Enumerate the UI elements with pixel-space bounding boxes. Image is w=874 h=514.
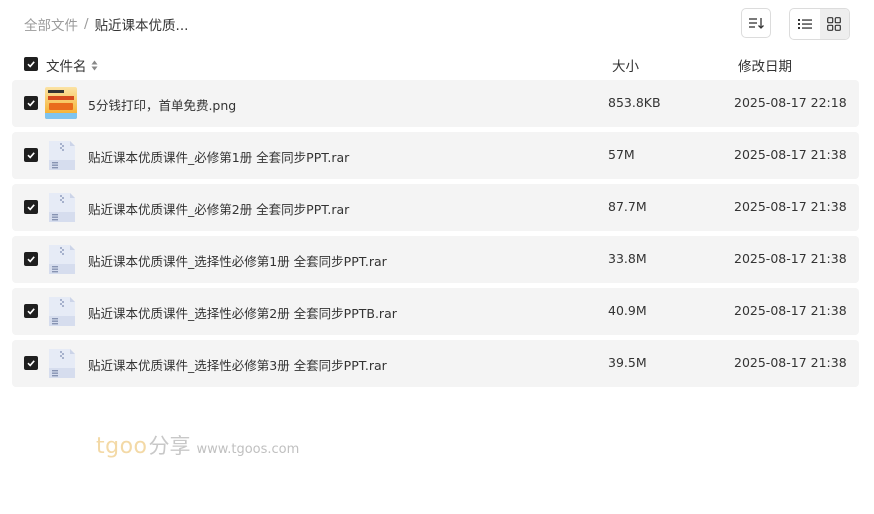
file-date: 2025-08-17 22:18	[734, 95, 847, 110]
table-row[interactable]: 贴近课本优质课件_选择性必修第2册 全套同步PPTB.rar 40.9M 2025-…	[12, 288, 859, 335]
table-header: 文件名 大小 修改日期	[0, 54, 874, 75]
grid-view-button[interactable]	[819, 9, 849, 39]
row-checkbox[interactable]	[24, 252, 38, 266]
checkmark-icon	[27, 256, 35, 263]
row-checkbox[interactable]	[24, 148, 38, 162]
header-name-label: 文件名	[46, 59, 87, 75]
file-name[interactable]: 贴近课本优质课件_必修第1册 全套同步PPT.rar	[88, 147, 349, 166]
table-row[interactable]: 贴近课本优质课件_选择性必修第3册 全套同步PPT.rar 39.5M 2025-0…	[12, 340, 859, 387]
breadcrumb: 全部文件 / 贴近课本优质...	[24, 14, 188, 34]
sort-arrows-icon	[91, 60, 98, 71]
breadcrumb-current-folder: 贴近课本优质...	[94, 18, 189, 34]
checkmark-icon	[27, 360, 35, 367]
file-size: 39.5M	[608, 355, 647, 370]
file-name[interactable]: 贴近课本优质课件_选择性必修第1册 全套同步PPT.rar	[88, 251, 387, 270]
archive-file-icon	[45, 243, 78, 276]
watermark-url: www.tgoos.com	[196, 442, 300, 457]
file-name[interactable]: 贴近课本优质课件_选择性必修第2册 全套同步PPTB.rar	[88, 303, 397, 322]
file-size: 87.7M	[608, 199, 647, 214]
row-checkbox[interactable]	[24, 304, 38, 318]
archive-file-icon	[45, 347, 78, 380]
file-name[interactable]: 贴近课本优质课件_选择性必修第3册 全套同步PPT.rar	[88, 355, 387, 374]
file-size: 40.9M	[608, 303, 647, 318]
file-date: 2025-08-17 21:38	[734, 147, 847, 162]
archive-file-icon	[45, 191, 78, 224]
image-thumbnail-icon	[45, 87, 78, 120]
checkmark-icon	[27, 204, 35, 211]
view-toggle	[789, 8, 850, 40]
file-date: 2025-08-17 21:38	[734, 303, 847, 318]
file-date: 2025-08-17 21:38	[734, 355, 847, 370]
archive-file-icon	[45, 295, 78, 328]
file-date: 2025-08-17 21:38	[734, 251, 847, 266]
table-row[interactable]: 贴近课本优质课件_选择性必修第1册 全套同步PPT.rar 33.8M 2025-0…	[12, 236, 859, 283]
sort-icon	[749, 18, 764, 29]
archive-file-icon	[45, 139, 78, 172]
sort-button[interactable]	[741, 8, 771, 38]
table-row[interactable]: 贴近课本优质课件_必修第2册 全套同步PPT.rar 87.7M 2025-08-1…	[12, 184, 859, 231]
list-view-icon	[797, 19, 812, 29]
row-checkbox[interactable]	[24, 356, 38, 370]
watermark-brand: tgoo	[96, 434, 148, 459]
file-size: 57M	[608, 147, 635, 162]
watermark: tgoo 分享 www.tgoos.com	[96, 430, 299, 460]
header-name-column[interactable]: 文件名	[46, 55, 98, 75]
checkmark-icon	[27, 100, 35, 107]
watermark-share: 分享	[148, 434, 191, 458]
file-name[interactable]: 5分钱打印，首单免费.png	[88, 95, 236, 114]
checkmark-icon	[27, 308, 35, 315]
file-name[interactable]: 贴近课本优质课件_必修第2册 全套同步PPT.rar	[88, 199, 349, 218]
file-date: 2025-08-17 21:38	[734, 199, 847, 214]
breadcrumb-root-link[interactable]: 全部文件	[24, 14, 78, 34]
list-view-button[interactable]	[790, 9, 820, 39]
table-row[interactable]: 贴近课本优质课件_必修第1册 全套同步PPT.rar 57M 2025-08-17 …	[12, 132, 859, 179]
checkmark-icon	[27, 61, 35, 68]
row-checkbox[interactable]	[24, 200, 38, 214]
file-list: 5分钱打印，首单免费.png 853.8KB 2025-08-17 22:18 贴近课…	[12, 80, 859, 392]
breadcrumb-separator: /	[84, 16, 89, 32]
file-size: 33.8M	[608, 251, 647, 266]
table-row[interactable]: 5分钱打印，首单免费.png 853.8KB 2025-08-17 22:18	[12, 80, 859, 127]
file-size: 853.8KB	[608, 95, 661, 110]
checkmark-icon	[27, 152, 35, 159]
select-all-checkbox[interactable]	[24, 57, 38, 71]
row-checkbox[interactable]	[24, 96, 38, 110]
header-size-label: 大小	[612, 59, 639, 75]
grid-view-icon	[827, 17, 842, 31]
header-date-label: 修改日期	[738, 59, 792, 75]
